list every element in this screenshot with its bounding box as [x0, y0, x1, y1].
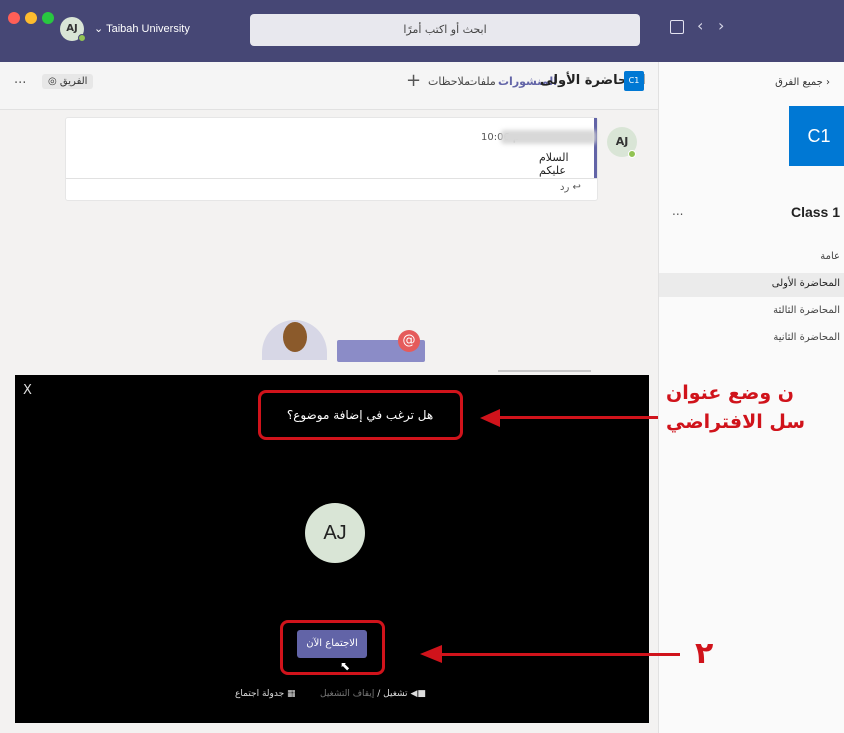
reply-label: رد: [560, 182, 570, 193]
channel-item-general[interactable]: عامة: [820, 251, 840, 262]
team-tile: C1: [789, 106, 844, 166]
reply-icon: ↩: [572, 182, 581, 193]
annotation-text-line-2: سل الافتراضي: [666, 411, 806, 433]
channel-item-lecture-1[interactable]: المحاضرة الأولى: [772, 278, 840, 289]
team-name: Class 1: [790, 204, 840, 220]
all-teams-label: جميع الفرق: [775, 77, 823, 88]
title-bar: AJ ⌄ Taibah University ابحث أو اكتب أمرً…: [0, 0, 844, 62]
annotation-arrow-line-2: [440, 653, 680, 656]
minimize-window-button[interactable]: [25, 12, 37, 24]
annotation-arrow-line-1: [500, 416, 658, 419]
org-name: Taibah University: [106, 23, 190, 35]
presence-dot: [628, 150, 636, 158]
team-button[interactable]: الفريق ◎: [42, 74, 94, 89]
team-label: الفريق: [59, 76, 88, 87]
reply-button[interactable]: ↩ رد: [560, 182, 581, 193]
camera-toggle[interactable]: ■◀ تشغيل / إيقاف التشغيل: [320, 689, 426, 699]
post-divider: [66, 178, 597, 179]
annotation-arrowhead-2: [420, 645, 442, 663]
forward-arrow-icon[interactable]: ›: [718, 16, 724, 35]
back-arrow-icon[interactable]: ‹: [697, 16, 703, 35]
org-switcher[interactable]: ⌄ Taibah University: [94, 22, 190, 35]
close-dialog-button[interactable]: X: [23, 383, 32, 398]
illustration-head: [283, 322, 307, 352]
post-card: 10:06 م السلام عليكم ↩ رد: [65, 117, 598, 201]
eye-icon: ◎: [48, 76, 57, 87]
illustration-line: [498, 370, 591, 372]
chevron-left-icon: ‹: [822, 77, 830, 88]
channel-item-lecture-3[interactable]: المحاضرة الثالثة: [773, 305, 840, 316]
team-more-icon[interactable]: ...: [672, 204, 683, 218]
annotation-text-line-1: ن وضع عنوان: [666, 382, 794, 404]
tab-notes[interactable]: ملاحظات: [428, 75, 470, 88]
presence-dot: [78, 34, 86, 42]
camera-separator: /: [377, 689, 381, 699]
camera-icon: ■◀: [410, 689, 426, 699]
meeting-avatar: AJ: [305, 503, 365, 563]
annotation-box-subject: [258, 390, 463, 440]
chevron-down-icon: ⌄: [94, 23, 107, 35]
all-teams-link[interactable]: ‹ جميع الفرق: [775, 77, 830, 88]
search-input[interactable]: ابحث أو اكتب أمرًا: [250, 14, 640, 46]
schedule-meeting-button[interactable]: ▦ جدولة اجتماع: [235, 689, 296, 699]
team-icon: C1: [624, 71, 644, 91]
camera-on-label: تشغيل: [383, 689, 408, 699]
new-chat-icon[interactable]: [670, 20, 684, 34]
channel-item-lecture-2[interactable]: المحاضرة الثانية: [773, 332, 840, 343]
more-options-icon[interactable]: ...: [14, 72, 26, 87]
annotation-arrowhead-1: [480, 409, 500, 427]
channel-header: ... الفريق ◎ + ملاحظات ملفات المنشورات ا…: [0, 62, 658, 110]
post-message: السلام عليكم: [539, 151, 569, 177]
close-window-button[interactable]: [8, 12, 20, 24]
blurred-author-name: [501, 130, 596, 144]
add-tab-button[interactable]: +: [406, 70, 421, 91]
annotation-box-meet-now: [280, 620, 385, 675]
maximize-window-button[interactable]: [42, 12, 54, 24]
mention-icon: @: [398, 330, 420, 352]
schedule-meeting-label: جدولة اجتماع: [235, 689, 285, 699]
annotation-step-number: ٢: [695, 636, 714, 671]
calendar-icon: ▦: [287, 689, 296, 699]
camera-off-label: إيقاف التشغيل: [320, 689, 375, 699]
tab-files[interactable]: ملفات: [467, 75, 496, 88]
